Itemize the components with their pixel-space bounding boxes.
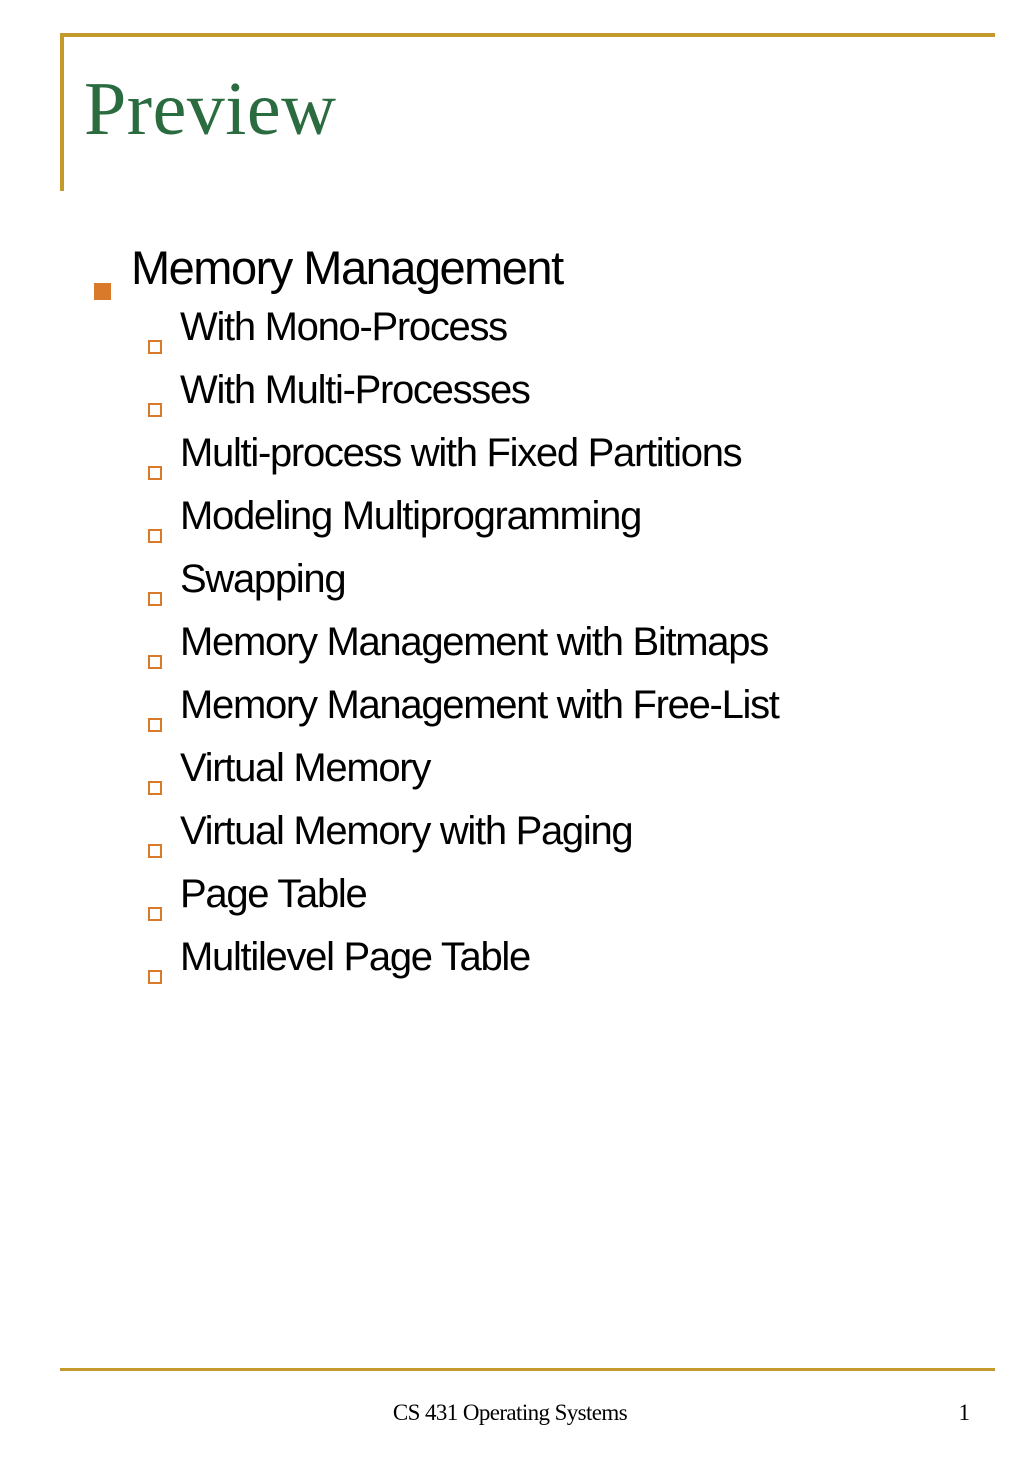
list-item: Modeling Multiprogramming	[148, 494, 960, 539]
list-item: Swapping	[148, 557, 960, 602]
left-border	[60, 33, 64, 191]
list-item: Memory Management with Bitmaps	[148, 620, 960, 665]
list-item: Multilevel Page Table	[148, 935, 960, 980]
hollow-square-bullet-icon	[148, 907, 162, 921]
hollow-square-bullet-icon	[148, 403, 162, 417]
hollow-square-bullet-icon	[148, 970, 162, 984]
list-item-text: With Multi-Processes	[180, 368, 530, 413]
list-item-text: Multi-process with Fixed Partitions	[180, 431, 741, 476]
list-item: Page Table	[148, 872, 960, 917]
slide-title: Preview	[84, 66, 337, 153]
list-item-text: Modeling Multiprogramming	[180, 494, 641, 539]
list-item-text: Swapping	[180, 557, 345, 602]
list-item: With Mono-Process	[148, 305, 960, 350]
list-item-text: With Mono-Process	[180, 305, 507, 350]
sublist: With Mono-Process With Multi-Processes M…	[148, 305, 960, 980]
list-item-text: Memory Management with Free-List	[180, 683, 779, 728]
square-bullet-icon	[94, 283, 111, 300]
list-item-text: Virtual Memory with Paging	[180, 809, 632, 854]
slide-content: Memory Management With Mono-Process With…	[94, 240, 960, 998]
list-item-level1: Memory Management	[94, 240, 960, 295]
list-item: With Multi-Processes	[148, 368, 960, 413]
hollow-square-bullet-icon	[148, 718, 162, 732]
list-item: Memory Management with Free-List	[148, 683, 960, 728]
heading-text: Memory Management	[131, 240, 563, 295]
list-item: Virtual Memory with Paging	[148, 809, 960, 854]
slide: Preview Memory Management With Mono-Proc…	[0, 0, 1020, 1476]
hollow-square-bullet-icon	[148, 529, 162, 543]
list-item-text: Page Table	[180, 872, 366, 917]
list-item: Multi-process with Fixed Partitions	[148, 431, 960, 476]
footer-course: CS 431 Operating Systems	[0, 1400, 1020, 1426]
bottom-border	[60, 1368, 995, 1371]
hollow-square-bullet-icon	[148, 844, 162, 858]
list-item-text: Multilevel Page Table	[180, 935, 530, 980]
top-border	[60, 33, 995, 37]
footer-page-number: 1	[959, 1400, 971, 1426]
list-item-text: Virtual Memory	[180, 746, 430, 791]
hollow-square-bullet-icon	[148, 340, 162, 354]
list-item: Virtual Memory	[148, 746, 960, 791]
hollow-square-bullet-icon	[148, 592, 162, 606]
list-item-text: Memory Management with Bitmaps	[180, 620, 768, 665]
hollow-square-bullet-icon	[148, 655, 162, 669]
hollow-square-bullet-icon	[148, 781, 162, 795]
hollow-square-bullet-icon	[148, 466, 162, 480]
